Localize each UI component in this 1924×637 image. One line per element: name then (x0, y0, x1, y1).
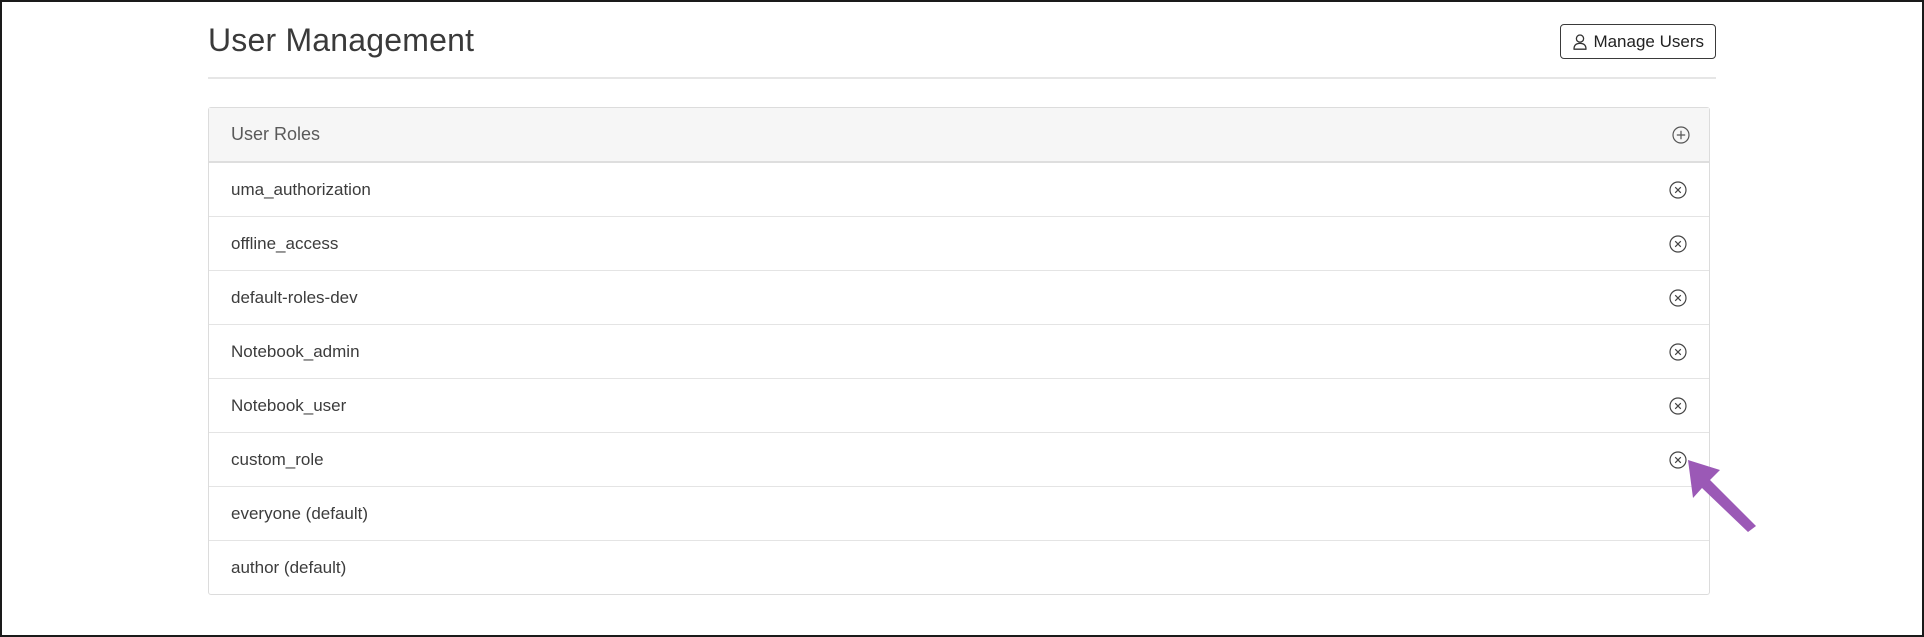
role-label: offline_access (231, 233, 339, 253)
x-circle-icon[interactable] (1668, 180, 1688, 200)
role-row: Notebook_admin (209, 325, 1709, 379)
role-label: default-roles-dev (231, 287, 358, 307)
role-list: uma_authorization offline_access default-r… (209, 163, 1709, 594)
role-row: custom_role (209, 433, 1709, 487)
page-title: User Management (208, 22, 475, 58)
page-header: User Management Manage Users (208, 0, 1716, 79)
x-circle-icon[interactable] (1668, 342, 1688, 362)
x-circle-icon[interactable] (1668, 288, 1688, 308)
pointer-arrow-icon (1688, 460, 1756, 532)
role-label: uma_authorization (231, 179, 371, 199)
role-row: offline_access (209, 217, 1709, 271)
role-row: everyone (default) (209, 487, 1709, 541)
user-icon (1573, 33, 1588, 50)
role-label: author (default) (231, 557, 347, 577)
panel-title: User Roles (231, 124, 321, 144)
manage-users-label: Manage Users (1593, 31, 1704, 51)
user-roles-panel: User Roles uma_authorization offline_acce… (208, 107, 1710, 595)
role-label: Notebook_user (231, 395, 347, 415)
role-row: author (default) (209, 541, 1709, 594)
role-row: Notebook_user (209, 379, 1709, 433)
plus-circle-icon[interactable] (1671, 125, 1691, 145)
x-circle-icon[interactable] (1668, 234, 1688, 254)
page-container: User Management Manage Users User Roles … (208, 0, 1716, 595)
role-label: everyone (default) (231, 503, 369, 523)
x-circle-icon[interactable] (1668, 450, 1688, 470)
x-circle-icon[interactable] (1668, 396, 1688, 416)
role-row: uma_authorization (209, 163, 1709, 217)
user-roles-panel-header: User Roles (209, 108, 1709, 163)
role-row: default-roles-dev (209, 271, 1709, 325)
manage-users-button[interactable]: Manage Users (1560, 24, 1716, 59)
role-label: custom_role (231, 449, 324, 469)
role-label: Notebook_admin (231, 341, 360, 361)
